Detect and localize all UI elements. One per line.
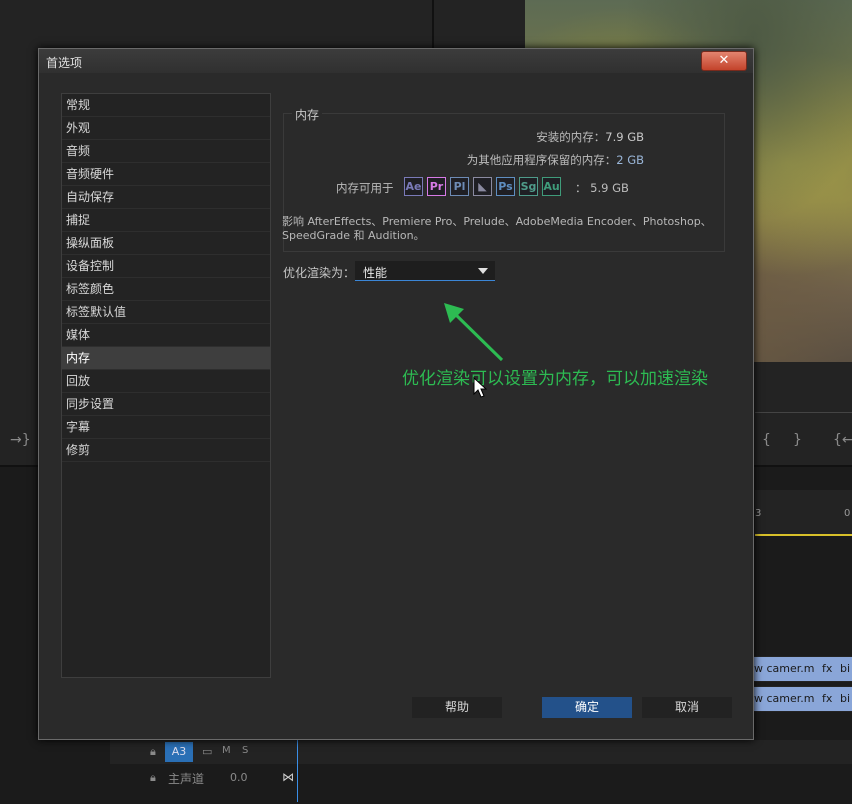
- available-memory-label: 内存可用于: [336, 181, 394, 195]
- installed-memory-row: 安装的内存：7.9 GB: [536, 129, 644, 145]
- mouse-cursor-icon: [473, 377, 487, 398]
- category-item[interactable]: 字幕: [62, 416, 270, 439]
- category-item[interactable]: 内存: [62, 347, 270, 370]
- solo-button[interactable]: S: [242, 745, 248, 756]
- mark-in-icon[interactable]: {: [762, 432, 771, 448]
- annotation-text: 优化渲染可以设置为内存，可以加速渲染: [402, 369, 708, 389]
- category-item[interactable]: 媒体: [62, 324, 270, 347]
- category-item[interactable]: 常规: [62, 94, 270, 117]
- ok-button[interactable]: 确定: [542, 697, 632, 718]
- preferences-dialog: 首选项 ✕ 常规 外观 音频 音频硬件 自动保存 捕捉 操纵面板 设备控制 标签颜色 标签默认值媒…: [38, 48, 754, 740]
- audition-icon: Au: [542, 177, 561, 196]
- clip-label: w camer.m: [754, 692, 815, 705]
- go-to-in-right-icon[interactable]: {←: [833, 432, 852, 448]
- timeline-ruler-label: 3: [755, 508, 762, 519]
- mark-out-icon[interactable]: }: [793, 432, 802, 448]
- master-track-label: 主声道: [168, 772, 205, 786]
- go-to-in-icon[interactable]: →}: [10, 432, 31, 448]
- memory-section-title: 内存: [292, 106, 323, 123]
- category-item[interactable]: 音频硬件: [62, 163, 270, 186]
- master-track-end-icon: ⋈: [282, 770, 294, 784]
- installed-memory-label: 安装的内存：: [536, 130, 606, 144]
- clip-label: w camer.m: [754, 662, 815, 675]
- fx-badge: fx: [822, 662, 833, 675]
- mute-button[interactable]: M: [222, 745, 231, 756]
- category-item[interactable]: 回放: [62, 370, 270, 393]
- prelude-icon: Pl: [450, 177, 469, 196]
- category-item[interactable]: 捕捉: [62, 209, 270, 232]
- lock-icon[interactable]: 🔒︎: [150, 745, 156, 759]
- category-list: 常规 外观 音频 音频硬件 自动保存 捕捉 操纵面板 设备控制 标签颜色 标签默认值 媒体 内存 回放同…: [61, 93, 271, 678]
- optimize-rendering-label: 优化渲染为：: [283, 266, 356, 280]
- cancel-button[interactable]: 取消: [642, 697, 732, 718]
- timeline-ruler: 3 0: [755, 490, 852, 536]
- adobe-app-icons: Ae Pr Pl ◣ Ps Sg Au: [404, 177, 565, 197]
- reserved-memory-label: 为其他应用程序保留的内存：: [466, 153, 617, 167]
- playhead[interactable]: [297, 740, 298, 802]
- after-effects-icon: Ae: [404, 177, 423, 196]
- voiceover-icon[interactable]: ▭: [202, 745, 212, 758]
- category-item[interactable]: 外观: [62, 117, 270, 140]
- category-item[interactable]: 设备控制: [62, 255, 270, 278]
- category-item[interactable]: 标签颜色: [62, 278, 270, 301]
- clip-label-tail: bi: [840, 662, 851, 675]
- program-monitor-ruler: [755, 398, 852, 413]
- close-icon: ✕: [718, 53, 730, 68]
- timeline-ruler-label-2: 0: [844, 508, 851, 519]
- panel-divider: [432, 0, 434, 48]
- category-item[interactable]: 操纵面板: [62, 232, 270, 255]
- category-item[interactable]: 标签默认值: [62, 301, 270, 324]
- available-memory-value: ： 5.9 GB: [575, 181, 629, 195]
- lock-icon[interactable]: 🔒︎: [150, 771, 156, 785]
- close-button[interactable]: ✕: [701, 51, 747, 71]
- premiere-pro-icon: Pr: [427, 177, 446, 196]
- speedgrade-icon: Sg: [519, 177, 538, 196]
- category-item[interactable]: 音频: [62, 140, 270, 163]
- optimize-rendering-dropdown[interactable]: 性能: [355, 261, 495, 281]
- master-volume-value: 0.0: [230, 771, 248, 784]
- annotation-arrow: [444, 303, 504, 362]
- fx-badge: fx: [822, 692, 833, 705]
- reserved-memory-value[interactable]: 2 GB: [616, 153, 644, 167]
- affected-apps-note: 影响 AfterEffects、Premiere Pro、Prelude、Ado…: [282, 215, 712, 242]
- reserved-memory-row: 为其他应用程序保留的内存：2 GB: [467, 152, 644, 168]
- media-encoder-icon: ◣: [473, 177, 492, 196]
- dialog-title-bar[interactable]: 首选项 ✕: [39, 49, 753, 73]
- clip-label-tail: bi: [840, 692, 851, 705]
- category-item[interactable]: 修剪: [62, 439, 270, 462]
- category-item[interactable]: 自动保存: [62, 186, 270, 209]
- help-button[interactable]: 帮助: [412, 697, 502, 718]
- timeline-clip[interactable]: w camer.m fx bi: [750, 657, 852, 681]
- timeline-clip[interactable]: w camer.m fx bi: [750, 687, 852, 711]
- installed-memory-value: 7.9 GB: [605, 130, 644, 144]
- dialog-title: 首选项: [46, 56, 83, 70]
- chevron-down-icon: [478, 268, 488, 274]
- track-target-a3[interactable]: A3: [165, 742, 193, 762]
- photoshop-icon: Ps: [496, 177, 515, 196]
- category-item[interactable]: 同步设置: [62, 393, 270, 416]
- optimize-rendering-value: 性能: [363, 266, 388, 280]
